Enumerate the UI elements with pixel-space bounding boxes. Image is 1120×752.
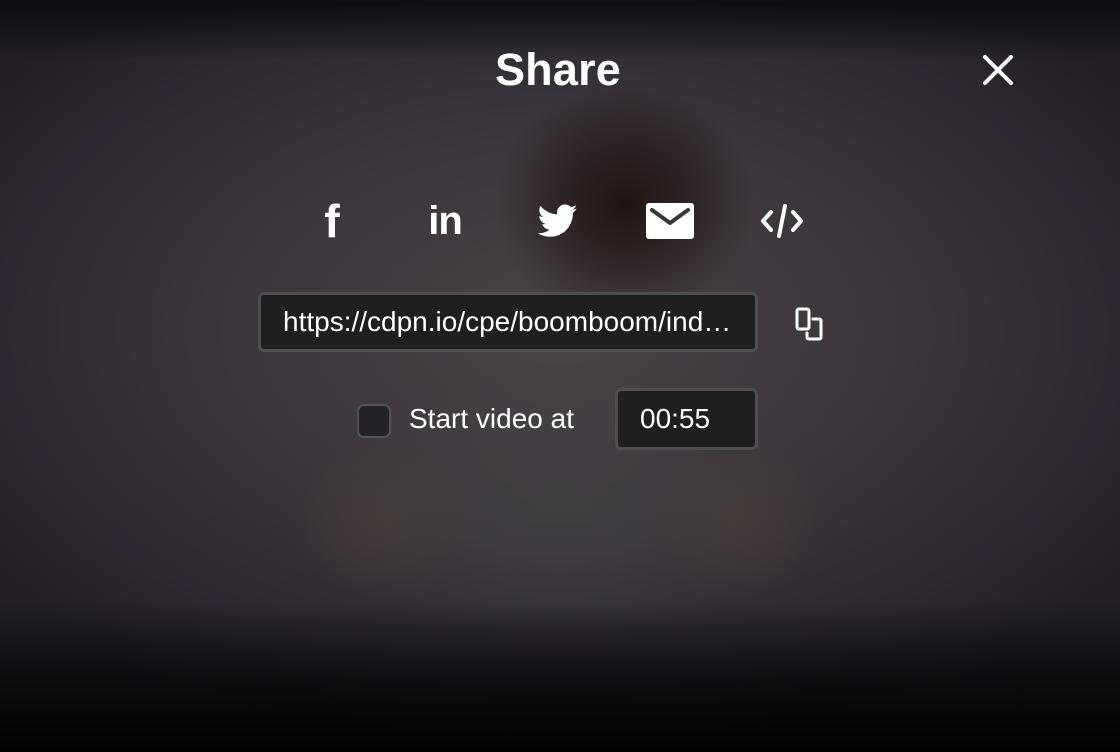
copy-icon bbox=[795, 307, 823, 341]
embed-code-icon bbox=[761, 204, 803, 238]
share-twitter-button[interactable] bbox=[530, 196, 586, 246]
facebook-icon: f bbox=[324, 195, 340, 247]
close-icon bbox=[983, 55, 1013, 85]
copy-link-button[interactable] bbox=[792, 306, 826, 342]
share-facebook-button[interactable]: f bbox=[304, 196, 360, 246]
share-options: f in bbox=[0, 196, 1120, 246]
twitter-icon bbox=[538, 204, 578, 237]
share-link-field[interactable]: https://cdpn.io/cpe/boomboom/index.html?… bbox=[258, 292, 758, 352]
share-embed-button[interactable] bbox=[754, 196, 810, 246]
email-icon bbox=[646, 203, 694, 239]
start-video-checkbox[interactable] bbox=[357, 404, 391, 438]
bottom-shade bbox=[0, 602, 1120, 752]
dialog-title: Share bbox=[494, 44, 622, 95]
start-video-label: Start video at bbox=[409, 403, 574, 434]
linkedin-icon: in bbox=[428, 199, 463, 243]
start-time-input[interactable]: 00:55 bbox=[615, 388, 758, 450]
share-email-button[interactable] bbox=[642, 196, 698, 246]
share-dialog: Share f in https://cdpn.io/cpe/boomboom/… bbox=[0, 0, 1120, 752]
start-time-row: Start video at 00:55 bbox=[0, 388, 1120, 450]
share-linkedin-button[interactable]: in bbox=[417, 196, 473, 246]
close-button[interactable] bbox=[974, 46, 1022, 94]
